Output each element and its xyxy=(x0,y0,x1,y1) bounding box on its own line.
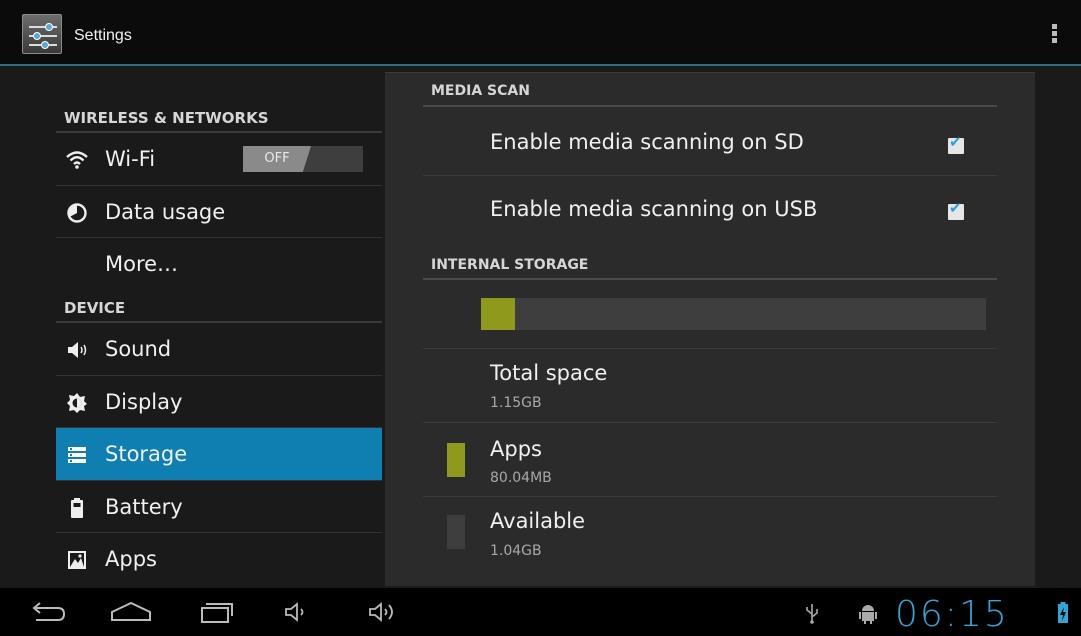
settings-app-icon[interactable] xyxy=(22,14,62,54)
media-scan-usb-label: Enable media scanning on USB xyxy=(490,197,818,221)
usb-icon xyxy=(804,602,820,626)
divider xyxy=(423,175,997,176)
check-icon: ✔ xyxy=(949,133,962,151)
speaker-icon xyxy=(66,339,88,361)
sidebar-item-more[interactable]: More… xyxy=(56,238,382,290)
section-header-internal-storage: INTERNAL STORAGE xyxy=(431,257,589,273)
sidebar-item-label: More… xyxy=(105,252,179,276)
wifi-toggle-switch[interactable]: OFF xyxy=(243,146,363,172)
storage-usage-bar xyxy=(481,298,986,330)
section-divider xyxy=(423,105,997,107)
apps-legend-swatch xyxy=(447,443,465,477)
content-area: WIRELESS & NETWORKS Wi-Fi OFF Data usage… xyxy=(0,66,1081,588)
storage-details-panel: MEDIA SCAN Enable media scanning on SD ✔… xyxy=(385,72,1035,586)
battery-status-icon xyxy=(1057,601,1069,625)
system-bar: 06:15 xyxy=(0,588,1081,636)
toggle-state-label: OFF xyxy=(243,146,311,172)
divider xyxy=(423,348,997,349)
sidebar-item-data-usage[interactable]: Data usage xyxy=(56,186,382,238)
section-header-wireless: WIRELESS & NETWORKS xyxy=(64,109,269,127)
apps-icon xyxy=(66,549,88,571)
wifi-icon xyxy=(66,149,88,171)
available-storage-label: Available xyxy=(490,509,586,533)
sidebar-item-label: Battery xyxy=(105,495,183,519)
volume-up-icon[interactable] xyxy=(367,600,403,624)
data-usage-icon xyxy=(66,202,88,224)
sidebar-item-battery[interactable]: Battery xyxy=(56,481,382,533)
volume-down-icon[interactable] xyxy=(283,600,313,624)
media-scan-sd-label: Enable media scanning on SD xyxy=(490,130,804,154)
sidebar-item-label: Display xyxy=(105,390,183,414)
divider xyxy=(423,496,997,497)
sidebar-item-apps[interactable]: Apps xyxy=(56,533,382,585)
section-header-media-scan: MEDIA SCAN xyxy=(431,83,530,99)
available-storage-value: 1.04GB xyxy=(490,543,542,559)
clock: 06:15 xyxy=(895,594,1009,635)
sidebar-item-label: Data usage xyxy=(105,200,226,224)
storage-icon xyxy=(66,444,88,466)
sidebar-item-sound[interactable]: Sound xyxy=(56,323,382,375)
back-icon[interactable] xyxy=(28,600,68,624)
sliders-icon xyxy=(29,23,57,49)
total-space-label: Total space xyxy=(490,361,608,385)
sidebar-item-label: Storage xyxy=(105,442,188,466)
android-debug-icon xyxy=(858,601,878,625)
storage-used-fill xyxy=(481,298,516,330)
battery-icon xyxy=(66,497,88,519)
sidebar-item-storage[interactable]: Storage xyxy=(56,428,382,480)
available-legend-swatch xyxy=(447,515,465,549)
sidebar-item-label: Apps xyxy=(105,547,157,571)
apps-storage-label: Apps xyxy=(490,437,542,461)
sidebar-item-label: Sound xyxy=(105,337,172,361)
sidebar-item-label: Wi-Fi xyxy=(105,147,156,171)
media-scan-sd-checkbox[interactable]: ✔ xyxy=(948,133,964,154)
total-space-value: 1.15GB xyxy=(490,395,542,411)
media-scan-usb-checkbox[interactable]: ✔ xyxy=(948,199,964,220)
home-icon[interactable] xyxy=(108,600,154,624)
brightness-icon xyxy=(66,392,88,414)
check-icon: ✔ xyxy=(949,199,962,217)
divider xyxy=(423,422,997,423)
page-title: Settings xyxy=(74,27,132,44)
recent-apps-icon[interactable] xyxy=(196,600,236,624)
action-bar: Settings xyxy=(0,0,1081,64)
section-divider xyxy=(423,278,997,280)
apps-storage-value: 80.04MB xyxy=(490,470,552,486)
section-header-device: DEVICE xyxy=(64,299,126,317)
sidebar-item-display[interactable]: Display xyxy=(56,376,382,428)
overflow-menu-icon[interactable] xyxy=(1044,22,1064,50)
